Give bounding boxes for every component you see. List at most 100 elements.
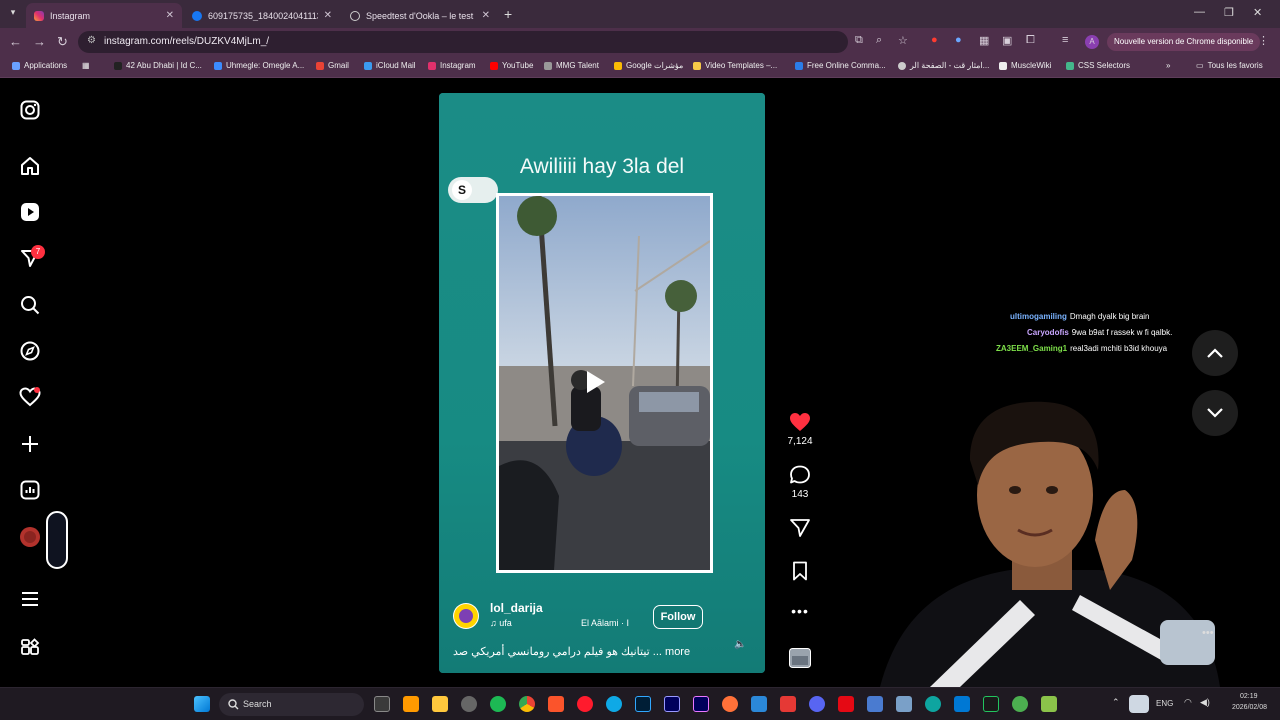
share-icon[interactable] xyxy=(788,518,812,543)
previous-reel-button[interactable] xyxy=(1192,330,1238,376)
firefox-icon[interactable] xyxy=(722,696,738,712)
volume-icon[interactable]: ◀) xyxy=(1200,697,1210,708)
forward-button[interactable]: → xyxy=(33,34,46,49)
bookmark-icloud[interactable]: iCloud Mail xyxy=(364,61,416,70)
chrome-menu-icon[interactable]: ⋮ xyxy=(1258,34,1269,47)
brave-icon[interactable] xyxy=(548,696,564,712)
explore-icon[interactable] xyxy=(19,340,41,362)
search-icon[interactable] xyxy=(19,294,41,316)
bookmarks-overflow-icon[interactable]: » xyxy=(1166,61,1170,70)
bookmark-youtube[interactable]: YouTube xyxy=(490,61,533,70)
volume-icon[interactable]: 🔈 xyxy=(734,639,746,650)
minimize-button[interactable]: — xyxy=(1194,6,1205,18)
windows-start-icon[interactable] xyxy=(194,696,210,712)
reel-video[interactable]: Awiliiii hay 3la del S lol_darija ♫ ufa … xyxy=(439,93,765,673)
tray-overflow-icon[interactable]: ⌃ xyxy=(1112,697,1120,708)
back-button[interactable]: ← xyxy=(9,34,22,49)
tray-app-icon[interactable] xyxy=(1129,695,1149,713)
after-effects-icon[interactable] xyxy=(664,696,680,712)
tab-speedtest[interactable]: Speedtest d'Ookla – le test de … ✕ xyxy=(342,3,498,28)
reload-button[interactable]: ↻ xyxy=(57,34,68,50)
bookmark-instagram[interactable]: Instagram xyxy=(428,61,476,70)
play-icon[interactable] xyxy=(581,367,609,397)
edge-icon[interactable] xyxy=(606,696,622,712)
bookmark-free-online[interactable]: Free Online Comma... xyxy=(795,61,886,70)
bookmark-grid[interactable]: ▦ xyxy=(82,61,90,70)
extensions-puzzle-icon[interactable]: ⧠ xyxy=(1026,34,1035,47)
bookmark-mmg[interactable]: MMG Talent xyxy=(544,61,599,70)
more-options-icon[interactable]: ••• xyxy=(788,603,812,619)
clock-date[interactable]: 2026/02/08 xyxy=(1232,704,1267,711)
spotify-icon[interactable] xyxy=(490,696,506,712)
profile-avatar[interactable] xyxy=(19,526,41,548)
tab-search-icon[interactable]: ▾ xyxy=(6,7,20,21)
task-view-icon[interactable] xyxy=(374,696,390,712)
extension-grid-icon[interactable]: ▦ xyxy=(979,34,989,47)
bookmark-42[interactable]: 42 Abu Dhabi | Id C... xyxy=(114,61,202,70)
opera-icon[interactable] xyxy=(577,696,593,712)
comment-icon[interactable] xyxy=(788,465,812,490)
chrome-icon[interactable] xyxy=(519,696,535,712)
app-teal-icon[interactable] xyxy=(925,696,941,712)
dashboard-icon[interactable] xyxy=(19,479,41,501)
bookmark-video-templates[interactable]: Video Templates –... xyxy=(693,61,777,70)
author-username[interactable]: lol_darija xyxy=(490,601,543,615)
audio-track[interactable]: ♫ ufa xyxy=(490,618,512,628)
clock-time[interactable]: 02:19 xyxy=(1240,693,1258,700)
create-plus-icon[interactable] xyxy=(19,433,41,455)
close-tab-icon[interactable]: ✕ xyxy=(482,10,490,21)
more-menu-icon[interactable] xyxy=(19,588,41,610)
wifi-icon[interactable]: ◠ xyxy=(1184,697,1192,708)
close-tab-icon[interactable]: ✕ xyxy=(166,10,174,21)
address-bar[interactable]: ⚙ instagram.com/reels/DUZKV4MjLm_/ xyxy=(78,31,848,53)
new-tab-button[interactable]: + xyxy=(504,6,512,22)
bookmark-applications[interactable]: Applications xyxy=(12,61,67,70)
app-mountain-icon[interactable] xyxy=(896,696,912,712)
bookmark-arabic[interactable]: امثار قت - الصفحة الر... xyxy=(898,61,989,70)
photoshop-icon[interactable] xyxy=(635,696,651,712)
like-heart-icon[interactable] xyxy=(788,412,812,437)
tab-facebook[interactable]: 609175735_18400240411131… ✕ xyxy=(184,3,340,28)
taskbar-search[interactable]: Search xyxy=(219,693,364,716)
illustrator-icon[interactable] xyxy=(403,696,419,712)
instagram-logo-icon[interactable] xyxy=(19,99,41,121)
app-dark-icon[interactable] xyxy=(983,696,999,712)
app-lime-icon[interactable] xyxy=(1041,696,1057,712)
chrome-update-button[interactable]: Nouvelle version de Chrome disponible xyxy=(1107,33,1261,51)
audio-artist[interactable]: El Aālami · I xyxy=(581,618,629,628)
extension-blue-icon[interactable]: ● xyxy=(955,34,962,46)
file-explorer-icon[interactable] xyxy=(432,696,448,712)
also-from-meta-icon[interactable] xyxy=(19,637,41,659)
restore-button[interactable]: ❐ xyxy=(1224,6,1234,19)
bookmark-uhmegle[interactable]: Uhmegle: Omegle A... xyxy=(214,61,304,70)
reels-icon[interactable] xyxy=(19,201,41,223)
app-green-icon[interactable] xyxy=(1012,696,1028,712)
zoom-icon[interactable]: ⌕ xyxy=(876,34,882,47)
bookmark-google-trends[interactable]: Google مؤشرات xyxy=(614,61,683,70)
profile-switch-image[interactable] xyxy=(46,511,68,569)
premiere-icon[interactable] xyxy=(693,696,709,712)
all-bookmarks[interactable]: ▭ Tous les favoris xyxy=(1196,61,1263,70)
close-tab-icon[interactable]: ✕ xyxy=(324,10,332,21)
bookmark-css-selectors[interactable]: CSS Selectors xyxy=(1066,61,1130,70)
tab-search-list-icon[interactable]: ≡ xyxy=(1062,34,1068,46)
save-bookmark-icon[interactable] xyxy=(788,561,812,586)
install-app-icon[interactable]: ⧉ xyxy=(855,34,863,47)
reel-description[interactable]: تيتانيك هو فيلم درامي رومانسي أمريكي صد … xyxy=(453,645,690,658)
language-indicator[interactable]: ENG xyxy=(1156,699,1173,708)
app-red-icon[interactable] xyxy=(780,696,796,712)
vscode-icon[interactable] xyxy=(954,696,970,712)
bookmark-gmail[interactable]: Gmail xyxy=(316,61,349,70)
extension-s-icon[interactable]: ▣ xyxy=(1002,34,1012,47)
close-window-button[interactable]: ✕ xyxy=(1253,6,1262,19)
notifications-heart-icon[interactable] xyxy=(19,386,41,408)
bookmark-musclewiki[interactable]: MuscleWiki xyxy=(999,61,1051,70)
follow-button[interactable]: Follow xyxy=(653,605,703,629)
home-icon[interactable] xyxy=(19,155,41,177)
site-info-icon[interactable]: ⚙ xyxy=(87,35,96,46)
app-blue-icon[interactable] xyxy=(867,696,883,712)
photos-icon[interactable] xyxy=(751,696,767,712)
tab-instagram[interactable]: Instagram ✕ xyxy=(26,3,182,28)
author-avatar[interactable] xyxy=(453,603,479,629)
netflix-icon[interactable] xyxy=(838,696,854,712)
